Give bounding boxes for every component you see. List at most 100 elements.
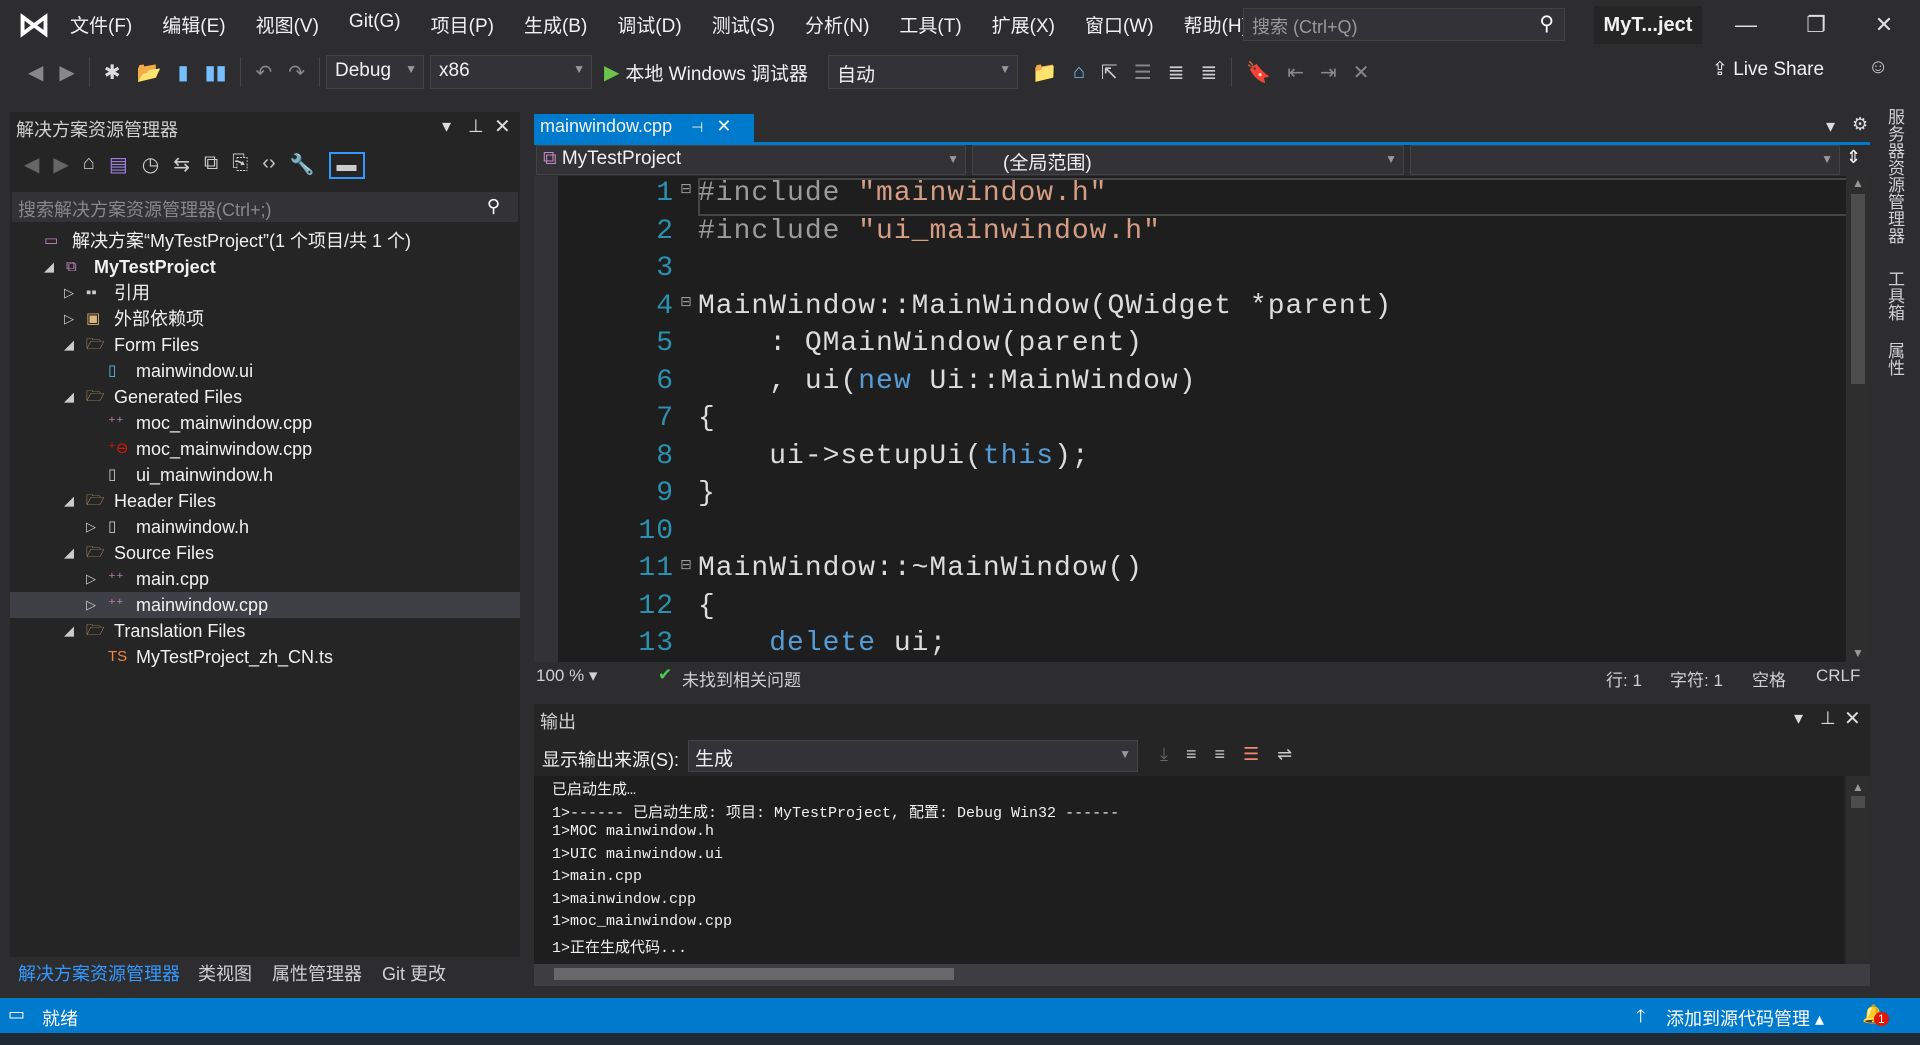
next-message-icon[interactable]: ≡: [1214, 744, 1225, 765]
menu-item[interactable]: 扩展(X): [992, 11, 1055, 38]
scope-nav-select[interactable]: (全局范围) ▼: [972, 145, 1404, 175]
back-icon[interactable]: ◀: [24, 152, 39, 179]
tree-item[interactable]: ▭ 解决方案“MyTestProject”(1 个项目/共 1 个): [10, 228, 520, 254]
close-window-button[interactable]: ✕: [1864, 8, 1904, 42]
close-tab-icon[interactable]: ✕: [716, 116, 731, 136]
tree-item[interactable]: ◢ ⧉ MyTestProject: [10, 254, 520, 280]
minimize-button[interactable]: —: [1726, 8, 1766, 42]
bottom-tab[interactable]: 类视图: [198, 960, 252, 986]
folder-search-icon[interactable]: 📁: [1032, 60, 1057, 85]
tree-item[interactable]: ▯ ui_mainwindow.h: [10, 462, 520, 488]
zoom-select[interactable]: 100 % ▾: [536, 666, 597, 686]
platform-select[interactable]: x86 ▼: [430, 55, 593, 89]
tree-item[interactable]: ◢ 🗁 Form Files: [10, 332, 520, 358]
close-icon[interactable]: ✕: [494, 114, 511, 139]
tab-list-icon[interactable]: ▾: [1826, 116, 1835, 137]
pin-icon[interactable]: ⊥: [468, 116, 484, 137]
indent-indicator[interactable]: 空格: [1752, 666, 1786, 691]
dropdown-icon[interactable]: ▾: [1794, 708, 1803, 729]
find-message-icon[interactable]: ⤓: [1160, 744, 1168, 765]
select-icon[interactable]: ⇱: [1101, 60, 1118, 85]
menu-item[interactable]: 文件(F): [70, 11, 132, 38]
feedback-icon[interactable]: ☺: [1868, 56, 1888, 79]
expanded-arrow-icon[interactable]: ◢: [64, 488, 74, 514]
vertical-scrollbar[interactable]: ▲ ▼: [1846, 176, 1870, 662]
clear-all-icon[interactable]: ☰: [1243, 744, 1259, 765]
close-icon[interactable]: ✕: [1844, 706, 1861, 731]
bottom-tab[interactable]: 属性管理器: [272, 960, 362, 986]
save-all-icon[interactable]: ▮▮: [204, 60, 226, 85]
clear-bookmarks-icon[interactable]: ✕: [1353, 60, 1370, 85]
next-bookmark-icon[interactable]: ⇥: [1320, 60, 1337, 85]
undo-icon[interactable]: ↶: [255, 60, 272, 85]
properties-icon[interactable]: 🔧: [290, 152, 315, 179]
tree-item[interactable]: ◢ 🗁 Source Files: [10, 540, 520, 566]
tree-item[interactable]: ▷ ⁺⁺ main.cpp: [10, 566, 520, 592]
tree-item[interactable]: ▯ mainwindow.ui: [10, 358, 520, 384]
menu-item[interactable]: 窗口(W): [1085, 11, 1154, 38]
expanded-arrow-icon[interactable]: ◢: [64, 384, 74, 410]
menu-item[interactable]: 工具(T): [899, 11, 961, 38]
bottom-tab[interactable]: Git 更改: [382, 960, 446, 986]
tree-item[interactable]: ◢ 🗁 Header Files: [10, 488, 520, 514]
project-nav-select[interactable]: ⧉ MyTestProject ▼: [536, 145, 966, 175]
home-icon[interactable]: ⌂: [83, 152, 95, 179]
tree-item[interactable]: ▷ ▣ 外部依赖项: [10, 306, 520, 332]
menu-item[interactable]: 调试(D): [617, 11, 681, 38]
comment-icon[interactable]: ≣: [1168, 60, 1185, 85]
side-tab[interactable]: 服务器资源管理器: [1882, 108, 1907, 244]
expanded-arrow-icon[interactable]: ◢: [64, 332, 74, 358]
collapsed-arrow-icon[interactable]: ▷: [64, 280, 74, 306]
explorer-search-input[interactable]: 搜索解决方案资源管理器(Ctrl+;) ⚲: [12, 192, 518, 222]
show-all-files-icon[interactable]: ⎘: [232, 152, 248, 179]
tree-item[interactable]: ▷ ▯ mainwindow.h: [10, 514, 520, 540]
collapsed-arrow-icon[interactable]: ▷: [64, 306, 74, 332]
side-tab[interactable]: 属性: [1882, 342, 1907, 376]
menu-item[interactable]: 生成(B): [524, 11, 587, 38]
tree-item[interactable]: ◢ 🗁 Translation Files: [10, 618, 520, 644]
live-share-button[interactable]: ⇪ Live Share: [1712, 58, 1824, 81]
split-icon[interactable]: ⇕: [1846, 147, 1861, 168]
search-input[interactable]: 搜索 (Ctrl+Q) ⚲: [1243, 8, 1565, 41]
sync-icon[interactable]: ⇆: [173, 152, 190, 179]
issues-status[interactable]: 未找到相关问题: [682, 666, 801, 691]
redo-icon[interactable]: ↷: [288, 60, 305, 85]
maximize-button[interactable]: ❐: [1796, 8, 1836, 42]
menu-item[interactable]: Git(G): [349, 11, 401, 38]
tree-item[interactable]: ⁺⁺ moc_mainwindow.cpp: [10, 410, 520, 436]
format-icon[interactable]: ☰: [1134, 60, 1152, 85]
uncomment-icon[interactable]: ≣: [1201, 60, 1218, 85]
collapsed-arrow-icon[interactable]: ▷: [86, 592, 96, 618]
forward-icon[interactable]: ▶: [53, 152, 68, 179]
menu-item[interactable]: 帮助(H): [1184, 11, 1248, 38]
tree-item[interactable]: ◢ 🗁 Generated Files: [10, 384, 520, 410]
switch-views-icon[interactable]: ▤: [109, 152, 128, 179]
config-select[interactable]: Debug ▼: [326, 55, 425, 89]
open-icon[interactable]: 📂: [137, 60, 162, 85]
output-text[interactable]: 已启动生成… 1>------ 已启动生成: 项目: MyTestProject,…: [534, 776, 1844, 964]
back-icon[interactable]: ◀: [28, 60, 43, 85]
tree-item[interactable]: TS MyTestProject_zh_CN.ts: [10, 644, 520, 670]
save-icon[interactable]: ▮: [177, 60, 188, 85]
menu-item[interactable]: 测试(S): [712, 11, 775, 38]
expanded-arrow-icon[interactable]: ◢: [64, 540, 74, 566]
settings-icon[interactable]: ⚙: [1852, 114, 1868, 135]
run-debugger-button[interactable]: 本地 Windows 调试器: [625, 59, 808, 86]
collapsed-arrow-icon[interactable]: ▷: [86, 566, 96, 592]
new-project-icon[interactable]: ✱: [104, 60, 121, 85]
output-source-select[interactable]: 生成 ▼: [688, 740, 1138, 772]
view-code-icon[interactable]: ‹›: [262, 152, 275, 179]
tree-item[interactable]: ⁺⊖ moc_mainwindow.cpp: [10, 436, 520, 462]
bookmark-icon[interactable]: 🔖: [1246, 60, 1271, 85]
play-icon[interactable]: ▶: [604, 60, 619, 85]
code-editor[interactable]: ⊟ ⊟ ⊟ 1 #include "mainwindow.h" 2 #include …: [534, 176, 1846, 662]
dropdown-icon[interactable]: ▾: [442, 116, 451, 137]
browser-icon[interactable]: ⌂: [1073, 61, 1085, 84]
output-horizontal-scrollbar[interactable]: [534, 964, 1870, 986]
eol-indicator[interactable]: CRLF: [1816, 666, 1860, 686]
side-tab[interactable]: 工具箱: [1882, 270, 1907, 321]
menu-item[interactable]: 分析(N): [805, 11, 869, 38]
collapsed-arrow-icon[interactable]: ▷: [86, 514, 96, 540]
menu-item[interactable]: 项目(P): [431, 11, 494, 38]
collapse-all-icon[interactable]: ⧉: [204, 152, 218, 179]
